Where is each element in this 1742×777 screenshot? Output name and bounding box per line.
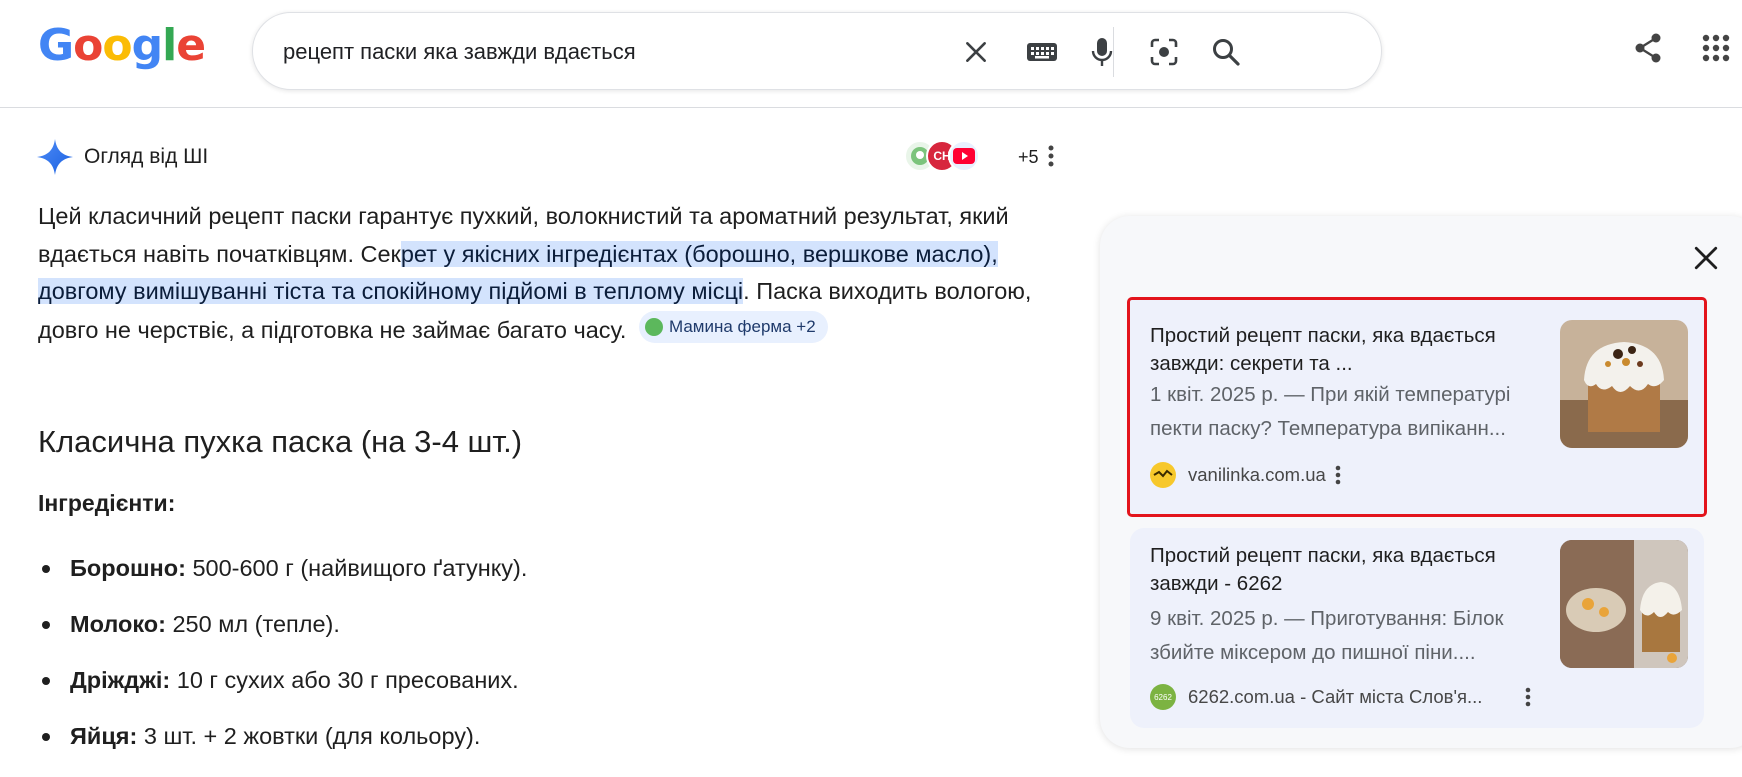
google-logo[interactable]: Google [38,24,206,68]
vanilinka-favicon-icon [1150,462,1176,488]
list-item: Яйця: 3 шт. + 2 жовтки (для кольору). [38,716,1038,772]
source-card-site[interactable]: vanilinka.com.ua [1150,462,1326,488]
more-options-icon[interactable] [1036,140,1066,172]
source-card-title[interactable]: Простий рецепт паски, яка вдається завжд… [1150,322,1520,378]
source-card-snippet: 1 квіт. 2025 р. — При якій температурі п… [1150,383,1511,440]
keyboard-icon[interactable] [1023,33,1061,71]
ai-sparkle-icon [36,138,74,181]
more-options-icon[interactable] [1518,682,1538,712]
lens-icon[interactable] [1145,33,1183,71]
ai-overview-header: Огляд від ШІ CH +5 [36,136,1056,176]
source-card-snippet: 9 квіт. 2025 р. — Приготування: Білок зб… [1150,607,1504,664]
ingredients-label: Інгредієнти: [38,490,176,516]
microphone-icon[interactable] [1083,33,1121,71]
farm-favicon-icon [644,317,663,336]
source-chip[interactable]: Мамина ферма +2 [638,310,828,343]
paska-thumbnail[interactable] [1560,320,1688,448]
source-avatars[interactable]: CH +5 [904,140,1039,172]
source-card-site[interactable]: 6262 6262.com.ua - Сайт міста Слов'я... [1150,684,1482,710]
clear-icon[interactable] [957,33,995,71]
list-item: Борошно: 500-600 г (найвищого ґатунку). [38,548,1038,604]
recipe-heading: Класична пухка паска (на 3-4 шт.) [38,424,523,459]
more-options-icon[interactable] [1328,460,1348,490]
source-card-title[interactable]: Простий рецепт паски, яка вдається завжд… [1150,542,1520,598]
search-icon[interactable] [1207,33,1245,71]
ai-overview-title: Огляд від ШІ [84,145,209,168]
top-bar: Google рецепт паски яка завжди вдається [0,0,1742,108]
apps-icon[interactable] [1696,28,1736,68]
search-input[interactable]: рецепт паски яка завжди вдається [283,39,636,65]
source-avatar-youtube [948,140,980,172]
list-item: Молоко: 250 мл (тепле). [38,604,1038,660]
source-card[interactable]: Простий рецепт паски, яка вдається завжд… [1130,528,1704,728]
paska-thumbnail[interactable] [1560,540,1688,668]
ingredients-list: Борошно: 500-600 г (найвищого ґатунку). … [38,548,1038,772]
source-card[interactable]: Простий рецепт паски, яка вдається завжд… [1127,297,1707,517]
list-item: Дріжджі: 10 г сухих або 30 г пресованих. [38,660,1038,716]
site-6262-favicon-icon: 6262 [1150,684,1176,710]
search-box[interactable]: рецепт паски яка завжди вдається [252,12,1382,90]
share-icon[interactable] [1628,28,1668,68]
ai-overview-summary: Цей класичний рецепт паски гарантує пухк… [38,203,1032,343]
close-icon[interactable] [1688,240,1724,276]
